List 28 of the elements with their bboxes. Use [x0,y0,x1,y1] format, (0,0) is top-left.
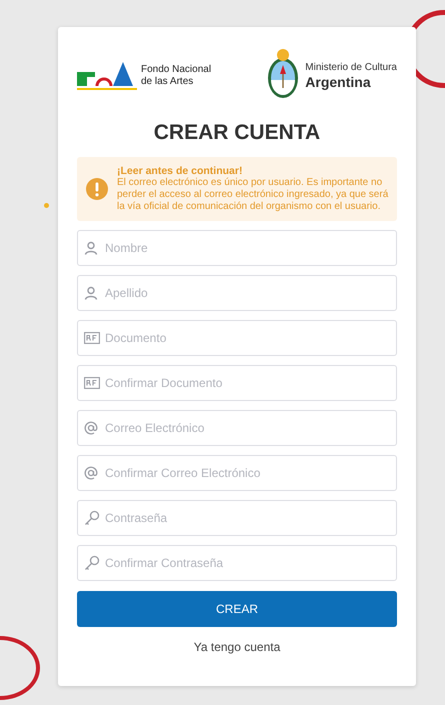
input-field[interactable]: Confirmar Correo Electrónico [77,454,397,490]
key-icon [84,510,100,526]
fna-logo-icon [77,60,137,92]
id-card-icon [84,332,100,344]
brand-name: de las Artes [141,76,194,88]
brand-name: Fondo Nacional [141,64,212,76]
alert-heading: ¡Leer antes de continuar! [117,164,244,176]
input-field[interactable]: Contraseña [77,500,397,536]
page-title: CREAR CUENTA [152,120,322,146]
login-link[interactable]: Ya tengo cuenta [194,640,280,654]
input-field[interactable]: Nombre [77,230,397,266]
person-icon [84,240,98,254]
create-button[interactable]: CREAR [77,590,397,626]
warning-icon [86,178,108,200]
input-field[interactable]: Documento [77,320,397,356]
ministry-name: Argentina [305,74,372,90]
input-field[interactable]: Apellido [77,274,397,310]
person-icon [84,286,98,300]
key-icon [84,554,100,570]
decorative-dot [44,203,49,208]
input-field[interactable]: Confirmar Contraseña [77,544,397,580]
input-field[interactable]: Confirmar Documento [77,364,397,400]
alert-message: El correo electrónico es único por usuario. Es importante no perder el acceso al correo electrónico ingresado, ya que será la vía oficial de comunicación del organismo con el usuario. [117,176,389,212]
at-sign-icon [84,420,98,434]
ministry-name: Ministerio de Cultura [305,62,397,74]
id-card-icon [84,376,100,388]
at-sign-icon [84,466,98,480]
input-field[interactable]: Correo Electrónico [77,410,397,446]
